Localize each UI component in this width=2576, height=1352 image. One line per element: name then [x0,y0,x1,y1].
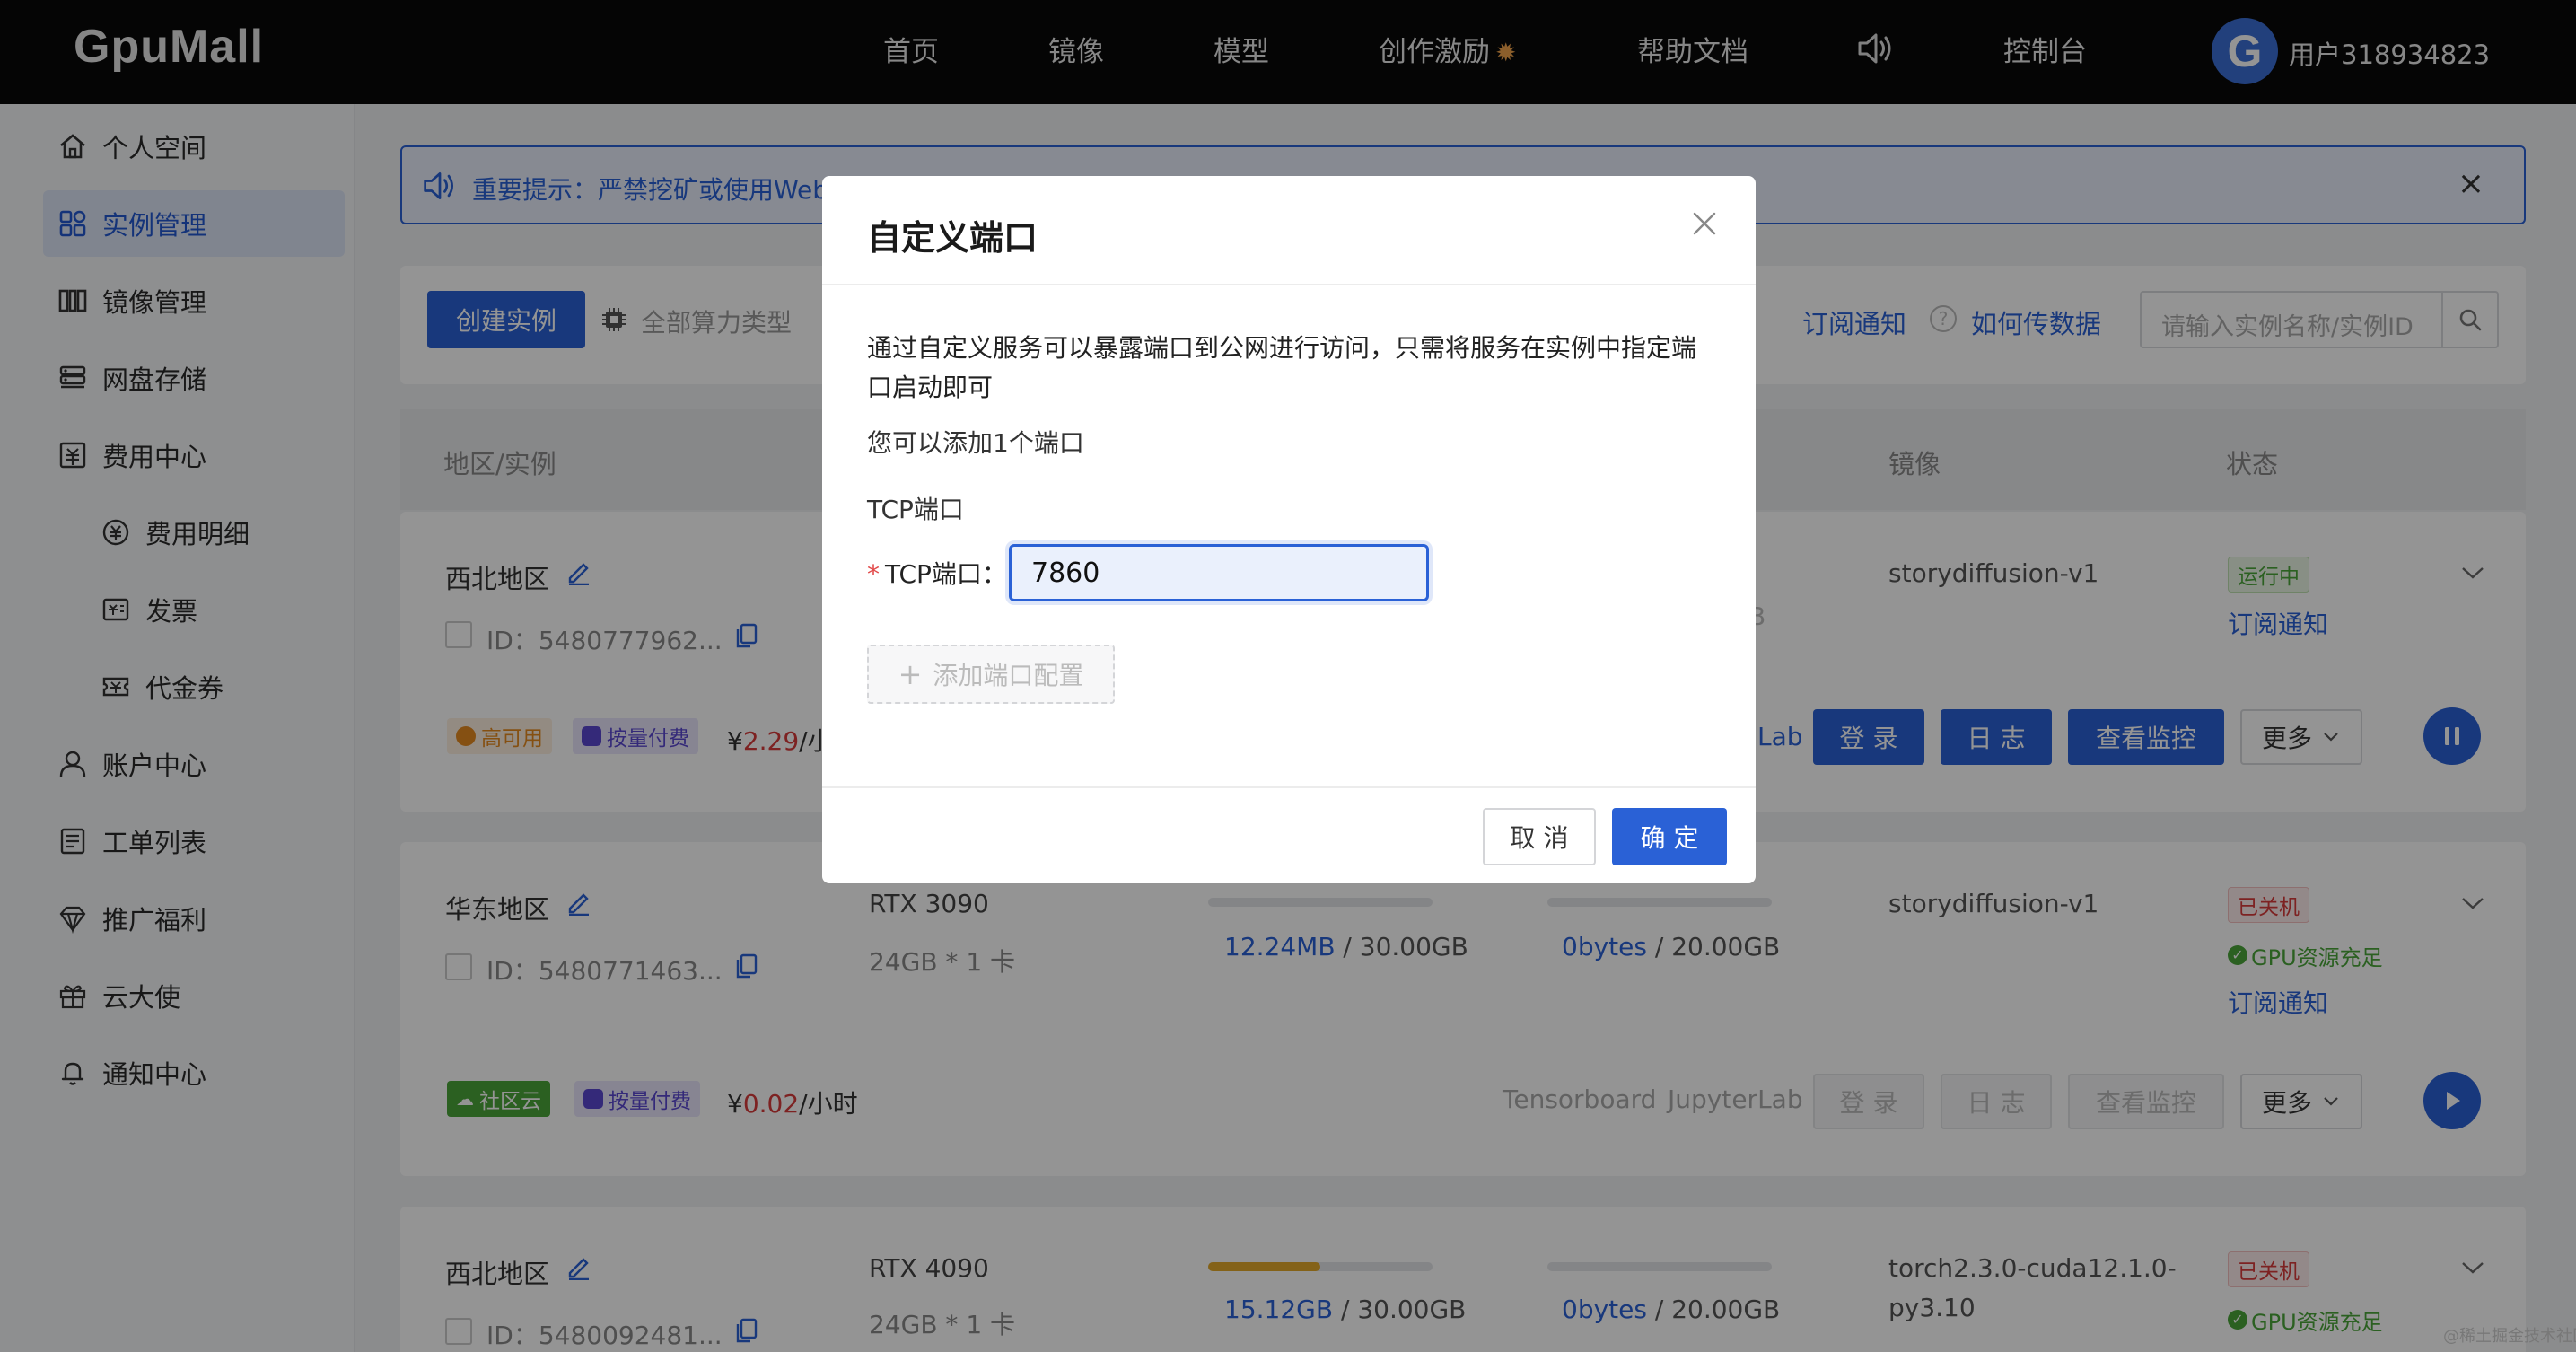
plus-icon: + [898,657,923,691]
port-limit-text: 您可以添加1个端口 [867,428,1084,458]
close-icon[interactable] [1689,208,1720,239]
tcp-section-title: TCP端口 [867,495,964,524]
add-port-button[interactable]: + 添加端口配置 [867,645,1115,704]
add-port-label: 添加端口配置 [933,661,1084,690]
dialog-header-divider [822,284,1756,285]
dialog-title: 自定义端口 [867,218,1038,258]
cancel-button[interactable]: 取 消 [1483,808,1596,865]
tcp-port-input[interactable] [1009,544,1429,601]
tcp-port-label-text: TCP端口： [885,559,1007,589]
confirm-button[interactable]: 确 定 [1612,808,1727,865]
tcp-port-label: * TCP端口： [867,555,1007,591]
dialog-description: 通过自定义服务可以暴露端口到公网进行访问，只需将服务在实例中指定端口启动即可 [867,333,1697,402]
dialog-footer-divider [822,786,1756,788]
custom-port-dialog: 自定义端口 通过自定义服务可以暴露端口到公网进行访问，只需将服务在实例中指定端口… [822,176,1756,883]
required-mark: * [867,559,880,589]
